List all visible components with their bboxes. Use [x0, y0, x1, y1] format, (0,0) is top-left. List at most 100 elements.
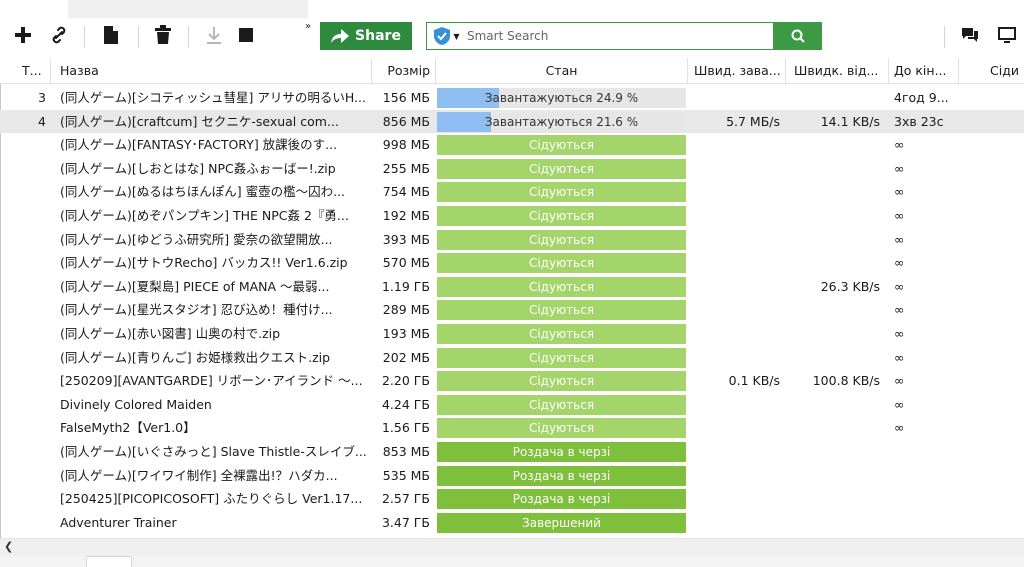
- status-bar: Сідуються: [437, 347, 686, 368]
- queue-number: [20, 133, 46, 157]
- torrent-size: 754 МБ: [382, 184, 430, 200]
- table-row[interactable]: (同人ゲーム)[めぞパンプキン] THE NPC姦 2『勇... 192 МБ Сі…: [0, 204, 1024, 228]
- table-row[interactable]: (同人ゲーム)[ゆどうふ研究所] 愛奈の欲望開放... 393 МБ Сідують…: [0, 228, 1024, 252]
- table-row[interactable]: [250209][AVANTGARDE] リボーン･アイランド ～... 2.20…: [0, 369, 1024, 393]
- chevron-more-icon[interactable]: »: [300, 18, 316, 34]
- chat-button[interactable]: [958, 18, 982, 52]
- download-speed: [688, 204, 780, 228]
- table-row[interactable]: (同人ゲーム)[FANTASY･FACTORY] 放課後のす... 998 МБ С…: [0, 133, 1024, 157]
- column-seeds[interactable]: Сіди: [990, 58, 1024, 84]
- table-row[interactable]: (同人ゲーム)[ぬるはちほんぽん] 蜜壺の檻～囚わ... 754 МБ Сідуют…: [0, 180, 1024, 204]
- table-row[interactable]: (同人ゲーム)[星光スタジオ] 忍び込め！種付け... 289 МБ Сідують…: [0, 298, 1024, 322]
- table-row[interactable]: Adventurer Trainer 3.47 ГБ Завершений: [0, 511, 1024, 535]
- queue-number: [20, 416, 46, 440]
- queue-number: 4: [38, 113, 46, 129]
- create-torrent-button[interactable]: [96, 18, 126, 52]
- table-row[interactable]: Divinely Colored Maiden 4.24 ГБ Сідуються ∞: [0, 393, 1024, 417]
- add-link-button[interactable]: [44, 18, 74, 52]
- monitor-button[interactable]: [994, 18, 1020, 52]
- upload-speed: [784, 487, 880, 511]
- queue-number: [20, 157, 46, 181]
- eta: 4год 9...: [894, 90, 949, 105]
- upload-speed: [784, 180, 880, 204]
- status-text: Сідуються: [528, 256, 595, 271]
- queue-number: [20, 228, 46, 252]
- bottom-tab[interactable]: [86, 556, 132, 567]
- shield-icon: [434, 27, 451, 45]
- queue-number: [20, 440, 46, 464]
- torrent-size: 1.19 ГБ: [381, 278, 430, 294]
- table-row[interactable]: 4 (同人ゲーム)[craftcum] セクニケ-sexual com... 856…: [0, 109, 1024, 134]
- table-row[interactable]: (同人ゲーム)[サトウRecho] バッカス!! Ver1.6.zip 570 М…: [0, 251, 1024, 275]
- table-row[interactable]: (同人ゲーム)[夏梨島] PIECE of MANA ～最弱... 1.19 ГБ…: [0, 275, 1024, 299]
- share-button[interactable]: Share: [320, 22, 412, 50]
- status-bar: Сідуються: [437, 276, 686, 297]
- table-row[interactable]: (同人ゲーム)[ワイワイ制作] 全裸露出!？ハダカ... 535 МБ Роздач…: [0, 464, 1024, 488]
- status-text: Роздача в черзі: [512, 468, 611, 483]
- upload-speed: [784, 511, 880, 535]
- torrent-name: (同人ゲーム)[ワイワイ制作] 全裸露出!？ハダカ...: [60, 467, 338, 483]
- torrent-name: (同人ゲーム)[craftcum] セクニケ-sexual com...: [60, 113, 339, 129]
- table-row[interactable]: (同人ゲーム)[赤い図書] 山奥の村で.zip 193 МБ Сідуються ∞: [0, 322, 1024, 346]
- queue-number: [20, 487, 46, 511]
- table-row[interactable]: (同人ゲーム)[しおとはな] NPC姦ふぉーばー!.zip 255 МБ Сідую…: [0, 157, 1024, 181]
- torrent-size: 289 МБ: [382, 302, 430, 318]
- table-row[interactable]: [250425][PICOPICOSOFT] ふたりぐらし Ver1.17...…: [0, 487, 1024, 511]
- table-row[interactable]: 3 (同人ゲーム)[シコティッシュ彗星] アリサの明るいH... 156 МБ Зав…: [0, 86, 1024, 110]
- scroll-left-icon[interactable]: ❮: [4, 540, 18, 556]
- column-size[interactable]: Розмір: [380, 58, 430, 84]
- queue-number: [20, 322, 46, 346]
- status-text: Сідуються: [528, 327, 595, 341]
- share-label: Share: [355, 28, 401, 44]
- status-bar: Завантажуються 24.9 %: [437, 88, 686, 108]
- download-speed: [688, 298, 780, 322]
- torrent-name: FalseMyth2【Ver1.0】: [60, 420, 196, 436]
- delete-button[interactable]: [148, 18, 178, 52]
- smart-search-box[interactable]: ▼ Smart Search: [426, 22, 774, 50]
- toolbar: » Share ▼ Smart Search: [0, 18, 1024, 56]
- download-icon: [207, 27, 221, 44]
- column-down-speed[interactable]: Швид. зава...: [694, 58, 782, 84]
- eta: ∞: [894, 278, 905, 294]
- torrent-name: (同人ゲーム)[ぬるはちほんぽん] 蜜壺の檻～囚わ...: [60, 184, 346, 200]
- column-num[interactable]: Т...: [22, 58, 50, 84]
- torrent-size: 570 МБ: [382, 255, 430, 271]
- column-up-speed[interactable]: Швидк. від...: [794, 58, 886, 84]
- table-row[interactable]: (同人ゲーム)[青りんご] お姫様救出クエスト.zip 202 МБ Сідують…: [0, 346, 1024, 370]
- column-name[interactable]: Назва: [60, 58, 360, 84]
- search-provider-dropdown[interactable]: ▼: [427, 23, 467, 49]
- progress-fill: [437, 111, 491, 132]
- queue-number: [20, 251, 46, 275]
- upload-speed: [784, 464, 880, 488]
- status-text: Сідуються: [528, 138, 595, 153]
- torrent-size: 856 МБ: [382, 113, 430, 129]
- search-input[interactable]: Smart Search: [467, 29, 548, 43]
- window-tab[interactable]: [68, 0, 308, 18]
- eta: ∞: [894, 137, 905, 153]
- toolbar-separator: [188, 26, 189, 48]
- upload-speed: [784, 322, 880, 346]
- queue-number: [20, 369, 46, 393]
- column-eta[interactable]: До кін...: [894, 58, 954, 84]
- column-status[interactable]: Стан: [437, 58, 686, 84]
- stop-button[interactable]: [232, 18, 260, 52]
- status-bar: Сідуються: [437, 229, 686, 250]
- eta: ∞: [894, 373, 905, 389]
- torrent-name: (同人ゲーム)[星光スタジオ] 忍び込め！種付け...: [60, 302, 333, 318]
- table-row[interactable]: (同人ゲーム)[いぐさみっと] Slave Thistle-スレイブ... 853…: [0, 440, 1024, 464]
- status-text: Сідуються: [528, 350, 595, 365]
- trash-icon: [155, 25, 171, 44]
- column-divider: [435, 58, 436, 84]
- search-button[interactable]: [774, 22, 822, 50]
- horizontal-scrollbar[interactable]: ❮: [0, 538, 1024, 556]
- status-text: Сідуються: [528, 374, 595, 389]
- queue-number: [20, 204, 46, 228]
- torrent-name: (同人ゲーム)[いぐさみっと] Slave Thistle-スレイブ...: [60, 444, 367, 459]
- eta: [894, 464, 956, 488]
- eta: ∞: [894, 326, 905, 341]
- torrent-size: 193 МБ: [382, 326, 430, 341]
- add-torrent-button[interactable]: [8, 18, 38, 52]
- status-bar: Роздача в черзі: [437, 489, 686, 510]
- start-button[interactable]: [200, 18, 228, 52]
- table-row[interactable]: FalseMyth2【Ver1.0】 1.56 ГБ Сідуються ∞: [0, 416, 1024, 440]
